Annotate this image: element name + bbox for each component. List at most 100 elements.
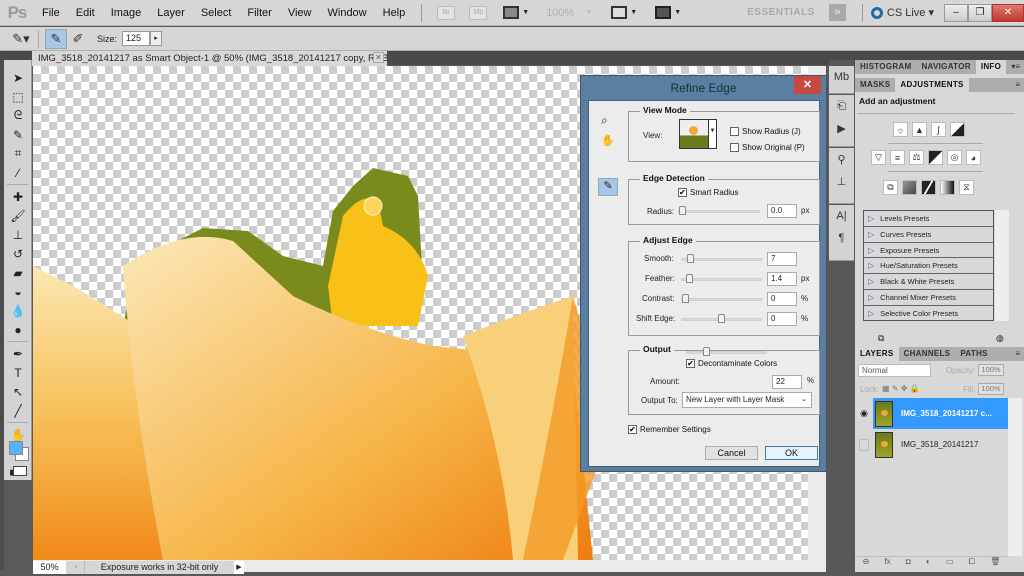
shift-edge-slider-thumb[interactable] xyxy=(717,314,725,323)
type-tool-icon[interactable]: T xyxy=(4,363,32,382)
paint-bucket-tool-icon[interactable]: ◒ xyxy=(4,282,32,301)
amount-input[interactable]: 22 xyxy=(772,375,802,389)
shift-edge-input[interactable]: 0 xyxy=(767,312,797,326)
healing-brush-tool-icon[interactable]: ✚ xyxy=(4,187,32,206)
hand-tool-icon[interactable]: ✋ xyxy=(601,134,615,147)
quick-mask-icon[interactable] xyxy=(13,466,27,476)
layer-row[interactable]: ◉ IMG_3518_20141217 c... xyxy=(855,398,1008,429)
minibridge-button[interactable]: Mb xyxy=(469,5,488,20)
shift-edge-slider[interactable] xyxy=(681,314,762,323)
panel-menu-icon[interactable]: ≡ xyxy=(1015,78,1020,92)
hue-saturation-icon[interactable]: ≡ xyxy=(890,150,905,165)
smooth-slider-thumb[interactable] xyxy=(686,254,694,263)
levels-icon[interactable]: ▲ xyxy=(912,122,927,137)
restore-button[interactable]: ❐ xyxy=(968,3,992,22)
zoom-tool-icon[interactable]: ⌕ xyxy=(601,113,608,128)
minibridge-panel-icon[interactable]: Mb xyxy=(829,66,854,88)
pen-tool-icon[interactable]: ✒ xyxy=(4,344,32,363)
bridge-button[interactable]: Br xyxy=(437,5,456,20)
radius-slider-thumb[interactable] xyxy=(679,206,686,215)
tab-masks[interactable]: MASKS xyxy=(855,78,895,92)
cs-live-button[interactable]: CS Live ▾ xyxy=(870,6,934,19)
menu-help[interactable]: Help xyxy=(375,7,414,19)
cancel-button[interactable]: Cancel xyxy=(705,446,758,460)
tool-preset-picker[interactable]: ✎▾ xyxy=(10,29,32,49)
list-item[interactable]: ▷ Channel Mixer Presets xyxy=(864,290,993,306)
contrast-input[interactable]: 0 xyxy=(767,292,797,306)
layer-style-icon[interactable]: fx xyxy=(884,557,890,570)
layer-row[interactable]: IMG_3518_20141217 xyxy=(855,429,1008,460)
menu-filter[interactable]: Filter xyxy=(239,7,279,19)
tab-layers[interactable]: LAYERS xyxy=(855,347,899,361)
menu-edit[interactable]: Edit xyxy=(68,7,103,19)
amount-slider[interactable] xyxy=(686,347,767,356)
tab-paths[interactable]: PATHS xyxy=(955,347,992,361)
quick-selection-tool-icon[interactable]: ✎ xyxy=(4,125,32,144)
workspace-more-button[interactable]: » xyxy=(828,4,846,21)
list-item[interactable]: ▷ Curves Presets xyxy=(864,227,993,243)
screen-mode-dropdown[interactable]: ▼ xyxy=(655,6,681,19)
adjustment-options-icon[interactable]: ◍ xyxy=(996,333,1004,344)
arrange-documents-dropdown[interactable]: ▼ xyxy=(611,6,637,19)
list-item[interactable]: ▷ Levels Presets xyxy=(864,211,993,227)
curves-icon[interactable]: ∫ xyxy=(931,122,946,137)
foreground-color-swatch[interactable] xyxy=(9,441,23,455)
channel-mixer-icon[interactable]: ◕ xyxy=(966,150,981,165)
eye-icon[interactable]: ◉ xyxy=(855,398,873,429)
decontaminate-colors-checkbox[interactable]: ✔ xyxy=(686,359,695,368)
size-slider-arrow[interactable]: ▸ xyxy=(150,31,163,46)
visibility-toggle[interactable] xyxy=(855,429,873,460)
actions-panel-icon[interactable]: ▶ xyxy=(829,117,854,139)
size-input[interactable]: 125 xyxy=(122,31,151,46)
clip-to-layer-icon[interactable]: ⧉ xyxy=(878,333,884,344)
history-panel-icon[interactable]: ⎗ xyxy=(829,95,854,117)
feather-input[interactable]: 1.4 xyxy=(767,272,797,286)
panel-menu-icon[interactable]: ≡ xyxy=(1015,347,1020,361)
document-tab[interactable]: IMG_3518_20141217 as Smart Object-1 @ 50… xyxy=(32,51,387,66)
menu-image[interactable]: Image xyxy=(103,7,150,19)
status-zoom[interactable]: 50% xyxy=(33,561,66,574)
presets-scrollbar[interactable] xyxy=(995,210,1009,321)
opacity-input[interactable]: 100% xyxy=(978,364,1004,376)
show-radius-checkbox[interactable] xyxy=(730,127,739,136)
eyedropper-tool-icon[interactable]: ⁄ xyxy=(4,163,32,182)
view-mode-picker[interactable]: ▼ xyxy=(679,119,717,149)
menu-layer[interactable]: Layer xyxy=(149,7,193,19)
crop-tool-icon[interactable]: ⌗ xyxy=(4,144,32,163)
lasso-tool-icon[interactable]: ᘓ xyxy=(4,106,32,125)
new-group-icon[interactable]: ▭ xyxy=(946,557,954,570)
menu-window[interactable]: Window xyxy=(320,7,375,19)
list-item[interactable]: ▷ Exposure Presets xyxy=(864,243,993,259)
eraser-tool-icon[interactable]: ▰ xyxy=(4,263,32,282)
smart-radius-checkbox[interactable]: ✔ xyxy=(678,188,687,197)
exposure-icon[interactable] xyxy=(950,122,965,137)
show-original-checkbox[interactable] xyxy=(730,143,739,152)
status-menu-arrow[interactable]: ▶ xyxy=(234,561,244,574)
remember-settings-checkbox[interactable]: ✔ xyxy=(628,425,637,434)
gradient-map-icon[interactable] xyxy=(940,180,955,195)
feather-slider-thumb[interactable] xyxy=(686,274,694,283)
brush-tool-icon[interactable]: 🖌 xyxy=(4,206,32,225)
move-tool-icon[interactable]: ➤ xyxy=(4,68,32,87)
menu-select[interactable]: Select xyxy=(193,7,240,19)
output-to-select[interactable]: New Layer with Layer Mask ⌄ xyxy=(682,392,812,408)
list-item[interactable]: ▷ Hue/Saturation Presets xyxy=(864,258,993,275)
new-layer-icon[interactable]: ⧠ xyxy=(969,557,975,570)
black-white-icon[interactable] xyxy=(928,150,943,165)
fill-input[interactable]: 100% xyxy=(978,383,1004,395)
ok-button[interactable]: OK xyxy=(765,446,818,460)
threshold-icon[interactable] xyxy=(921,180,936,195)
tab-channels[interactable]: CHANNELS xyxy=(899,347,956,361)
radius-input[interactable]: 0.0 xyxy=(767,204,797,218)
refine-radius-tool-icon[interactable]: ✎ xyxy=(598,178,618,196)
menu-view[interactable]: View xyxy=(280,7,320,19)
lock-icons[interactable]: ▦ ✎ ✥ 🔒 xyxy=(882,384,920,393)
invert-icon[interactable]: ⧉ xyxy=(883,180,898,195)
workspace-essentials[interactable]: ESSENTIALS xyxy=(747,7,815,18)
zoom-level-dropdown[interactable]: 100% xyxy=(546,7,574,19)
selective-color-icon[interactable]: ⧖ xyxy=(959,180,974,195)
line-tool-icon[interactable]: ╱ xyxy=(4,401,32,420)
posterize-icon[interactable] xyxy=(902,180,917,195)
tab-navigator[interactable]: NAVIGATOR xyxy=(916,60,975,74)
tool-presets-icon[interactable]: ⚲ xyxy=(829,148,854,170)
